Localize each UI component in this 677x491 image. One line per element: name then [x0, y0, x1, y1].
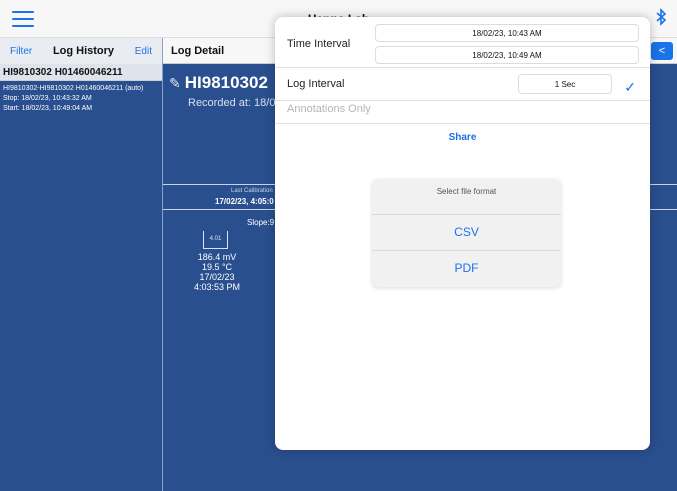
recorded-at: Recorded at: 18/02 [188, 97, 282, 109]
cal-temp: 19.5 °C [201, 262, 233, 272]
detail-model-name: HI9810302 [184, 73, 268, 92]
file-format-title: Select file format [372, 179, 561, 215]
log-interval-label: Log Interval [287, 78, 345, 90]
log-item-title: HI9810302 H01460046211 [3, 67, 123, 78]
detail-model: ✎ HI9810302 [169, 73, 268, 93]
time-from-field[interactable]: 18/02/23, 10:43 AM [375, 24, 639, 42]
log-item-details[interactable]: HI9810302-HI9810302 H01460046211 (auto) … [0, 81, 162, 117]
slope-text: Slope:9 [247, 218, 275, 227]
log-interval-field[interactable]: 1 Sec [518, 74, 612, 94]
time-interval-label: Time Interval [287, 38, 351, 50]
log-item-stop: Stop: 18/02/23, 10:43:32 AM [3, 95, 92, 102]
csv-option[interactable]: CSV [372, 215, 561, 251]
log-item-start: Start: 18/02/23, 10:49:04 AM [3, 105, 93, 112]
calibration-point: 186.4 mV 19.5 °C 17/02/23 4:03:53 PM [185, 252, 249, 292]
edit-button[interactable]: Edit [135, 46, 152, 57]
share-icon[interactable]: < [651, 42, 673, 60]
log-list-item[interactable]: HI9810302 H01460046211 [0, 64, 162, 81]
share-modal: Time Interval 18/02/23, 10:43 AM 18/02/2… [275, 17, 650, 450]
pdf-option[interactable]: PDF [372, 251, 561, 287]
pencil-icon[interactable]: ✎ [169, 75, 181, 91]
cal-date: 17/02/23 [199, 272, 235, 282]
time-interval-row: Time Interval 18/02/23, 10:43 AM 18/02/2… [275, 17, 650, 68]
bluetooth-glyph [656, 8, 667, 26]
file-format-sheet: Select file format CSV PDF [372, 179, 561, 287]
annotations-only-label: Annotations Only [287, 103, 371, 115]
cal-mv: 186.4 mV [197, 252, 237, 262]
checkmark-icon[interactable]: ✓ [624, 79, 636, 96]
last-calibration-label: Last Calibration [231, 188, 273, 194]
bluetooth-icon[interactable] [655, 8, 667, 31]
filter-button[interactable]: Filter [10, 46, 32, 57]
log-item-detail-line: HI9810302-HI9810302 H01460046211 (auto) [3, 85, 144, 92]
log-history-header: Filter Log History Edit [0, 38, 162, 64]
log-interval-row: Log Interval 1 Sec ✓ [275, 68, 650, 101]
last-calibration-value: 17/02/23, 4:05:0 [215, 197, 274, 206]
buffer-label: 4.01 [209, 236, 222, 242]
log-detail-title: Log Detail [171, 44, 225, 57]
log-history-title: Log History [52, 45, 115, 57]
cal-time: 4:03:53 PM [193, 282, 241, 292]
share-button[interactable]: Share [275, 132, 650, 143]
time-to-field[interactable]: 18/02/23, 10:49 AM [375, 46, 639, 64]
log-history-panel: Filter Log History Edit HI9810302 H01460… [0, 38, 163, 491]
beaker-icon: 4.01 [203, 231, 228, 249]
